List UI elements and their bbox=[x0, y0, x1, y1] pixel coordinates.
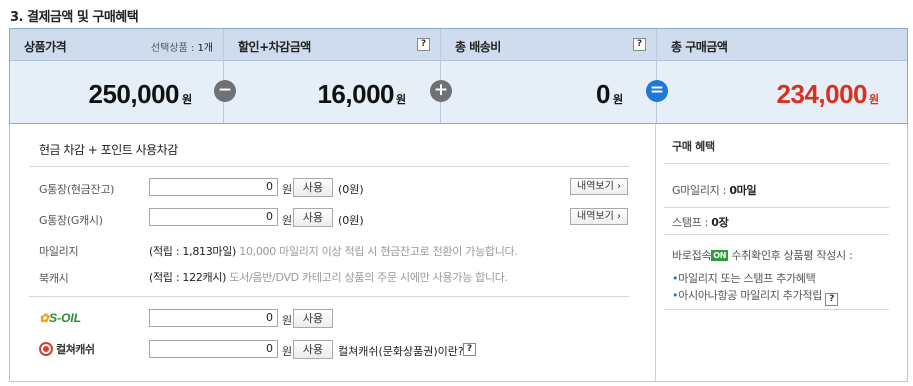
gbank-gcash-unit: 원 bbox=[282, 214, 293, 227]
product-price-unit: 원 bbox=[182, 93, 193, 106]
product-price-header: 상품가격 선택상품 : 1개 bbox=[10, 29, 223, 61]
gbank-cash-unit: 원 bbox=[282, 183, 293, 196]
column-divider bbox=[655, 124, 656, 381]
gbank-cash-input[interactable]: 0 bbox=[149, 178, 278, 196]
discount-header: 할인+차감금액 ? bbox=[224, 29, 440, 61]
shipping-header: 총 배송비 ? bbox=[441, 29, 656, 61]
culture-cash-help-icon[interactable]: ? bbox=[463, 343, 476, 356]
soil-use-button[interactable]: 사용 bbox=[293, 309, 333, 328]
minus-icon: − bbox=[214, 80, 236, 102]
total-column: 총 구매금액 234,000 원 bbox=[657, 29, 907, 123]
mileage-accrued: (적립 : 1,813마일) bbox=[149, 245, 237, 258]
shipping-help-icon[interactable]: ? bbox=[633, 38, 646, 51]
stamp-benefit: 스탬프 : 0장 bbox=[672, 216, 729, 229]
plus-icon: + bbox=[430, 80, 452, 102]
discount-amount: 16,000 bbox=[317, 79, 394, 109]
deduction-and-benefits: 현금 차감 + 포인트 사용차감 G통장(현금잔고) 0 원 사용 (0원) 내… bbox=[9, 124, 908, 382]
bookcash-label: 북캐시 bbox=[39, 272, 69, 285]
review-benefit: 바로접속 ON 수취확인후 상품평 작성시 : bbox=[672, 249, 853, 262]
bookcash-info: (적립 : 122캐시) 도서/음반/DVD 카테고리 상품의 주문 시에만 사… bbox=[149, 269, 508, 285]
gbank-gcash-input[interactable]: 0 bbox=[149, 208, 278, 226]
soil-input[interactable]: 0 bbox=[149, 309, 278, 327]
shipping-amount: 0 bbox=[596, 79, 610, 109]
stamp-value: 0장 bbox=[711, 216, 729, 229]
total-label: 총 구매금액 bbox=[671, 40, 728, 54]
culture-cash-icon bbox=[39, 342, 53, 356]
g-mileage-divider bbox=[664, 207, 889, 208]
discount-help-icon[interactable]: ? bbox=[417, 38, 430, 51]
total-unit: 원 bbox=[869, 93, 880, 106]
gbank-gcash-balance: (0원) bbox=[338, 214, 364, 227]
total-amount: 234,000 bbox=[776, 79, 868, 109]
soil-unit: 원 bbox=[282, 314, 293, 327]
shipping-label: 총 배송비 bbox=[455, 40, 501, 54]
mileage-label: 마일리지 bbox=[39, 245, 79, 258]
benefit-bullet-2: •아시아나항공 마일리지 추가적립? bbox=[672, 287, 839, 306]
stamp-divider bbox=[664, 234, 889, 235]
asiana-help-icon[interactable]: ? bbox=[825, 293, 839, 306]
shipping-unit: 원 bbox=[613, 93, 624, 106]
benefits-bottom-divider bbox=[664, 309, 889, 310]
deduction-title: 현금 차감 + 포인트 사용차감 bbox=[39, 143, 178, 157]
benefits-title-divider bbox=[664, 163, 889, 164]
discount-unit: 원 bbox=[396, 93, 407, 106]
culture-cash-use-button[interactable]: 사용 bbox=[293, 340, 333, 359]
deduction-title-divider bbox=[29, 166, 629, 167]
g-mileage-value: 0마일 bbox=[729, 184, 757, 197]
discount-column: 할인+차감금액 ? 16,000 원 bbox=[224, 29, 441, 123]
culture-cash-help-text[interactable]: 컬쳐캐쉬(문화상품권)이란? bbox=[338, 343, 464, 359]
on-badge: ON bbox=[711, 250, 729, 261]
gbank-cash-balance: (0원) bbox=[338, 183, 364, 196]
soil-logo: ✿S-OIL bbox=[39, 311, 82, 325]
gbank-cash-label: G통장(현금잔고) bbox=[39, 183, 115, 196]
bookcash-note: 도서/음반/DVD 카테고리 상품의 주문 시에만 사용가능 합니다. bbox=[229, 271, 508, 284]
soil-mark-icon: ✿ bbox=[39, 311, 50, 325]
benefits-title: 구매 혜택 bbox=[672, 140, 715, 153]
selected-count: 선택상품 : 1개 bbox=[150, 43, 213, 54]
benefit-bullet-1: •마일리지 또는 스탬프 추가혜택 bbox=[672, 272, 816, 285]
gbank-cash-use-button[interactable]: 사용 bbox=[293, 178, 333, 197]
bookcash-accrued: (적립 : 122캐시) bbox=[149, 271, 227, 284]
gbank-cash-detail-button[interactable]: 내역보기 › bbox=[570, 178, 628, 195]
culture-cash-logo: 컬쳐캐쉬 bbox=[39, 341, 95, 357]
gbank-gcash-use-button[interactable]: 사용 bbox=[293, 208, 333, 227]
discount-label: 할인+차감금액 bbox=[238, 40, 311, 54]
mileage-note: 10,000 마일리지 이상 적립 시 현금잔고로 전환이 가능합니다. bbox=[239, 245, 518, 258]
product-price-label: 상품가격 bbox=[24, 40, 67, 54]
total-header: 총 구매금액 bbox=[657, 29, 907, 61]
product-price-column: 상품가격 선택상품 : 1개 250,000 원 bbox=[10, 29, 224, 123]
equals-icon: = bbox=[646, 80, 668, 102]
mileage-info: (적립 : 1,813마일) 10,000 마일리지 이상 적립 시 현금잔고로… bbox=[149, 243, 518, 259]
gbank-gcash-label: G통장(G캐시) bbox=[39, 214, 103, 227]
culture-cash-unit: 원 bbox=[282, 345, 293, 358]
gbank-gcash-detail-button[interactable]: 내역보기 › bbox=[570, 208, 628, 225]
payment-summary: 상품가격 선택상품 : 1개 250,000 원 할인+차감금액 ? 16,00… bbox=[9, 28, 908, 124]
section-title: 3. 결제금액 및 구매혜택 bbox=[10, 10, 139, 25]
points-divider bbox=[29, 296, 629, 297]
shipping-column: 총 배송비 ? 0 원 bbox=[441, 29, 657, 123]
product-price-amount: 250,000 bbox=[88, 79, 180, 109]
culture-cash-input[interactable]: 0 bbox=[149, 340, 278, 358]
g-mileage-benefit: G마일리지 : 0마일 bbox=[672, 184, 757, 197]
